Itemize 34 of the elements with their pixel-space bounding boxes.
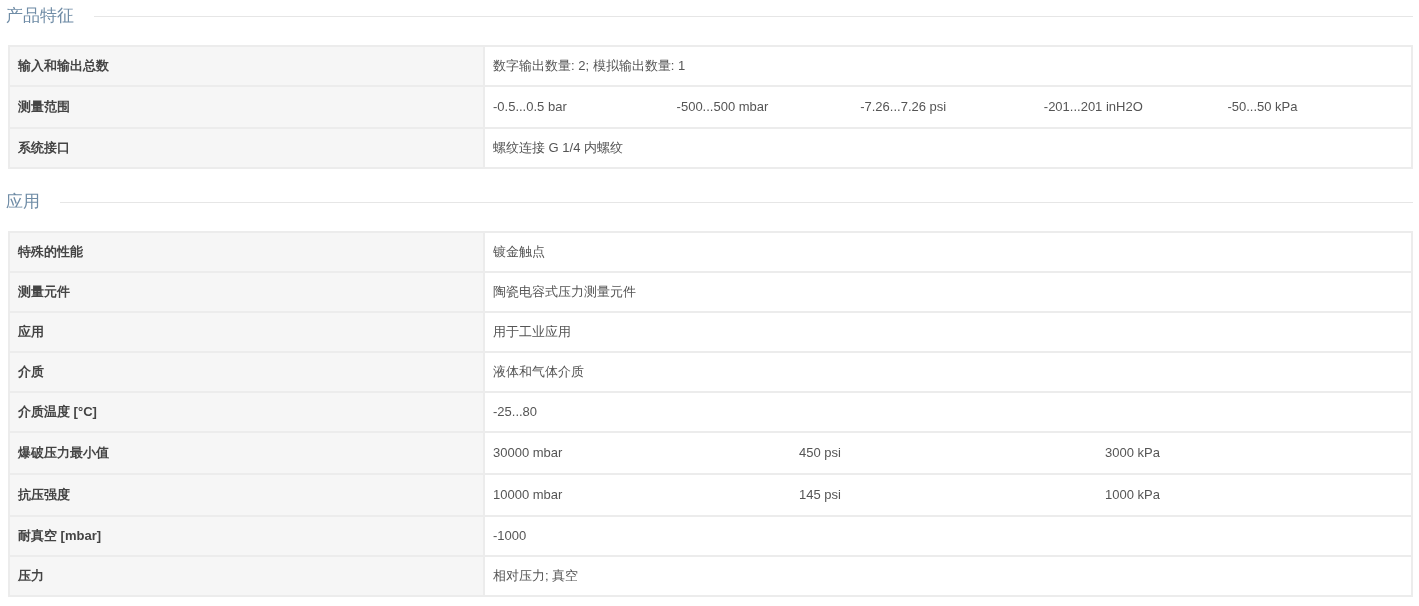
spec-value: 145 psi <box>799 486 842 505</box>
spec-label-cell: 应用 <box>8 313 485 351</box>
spec-value: -7.26...7.26 psi <box>860 98 948 117</box>
spec-label-cell: 压力 <box>8 557 485 595</box>
spec-value: 450 psi <box>799 444 842 463</box>
spec-label-cell: 介质温度 [°C] <box>8 393 485 431</box>
spec-value: 1000 kPa <box>1105 486 1161 505</box>
spec-value: -50...50 kPa <box>1227 98 1299 117</box>
section-heading: 产品特征 <box>6 5 75 28</box>
spec-label-cell: 特殊的性能 <box>8 233 485 271</box>
spec-value: 螺纹连接 G 1/4 内螺纹 <box>493 139 624 158</box>
spec-label-cell: 测量元件 <box>8 273 485 311</box>
spec-value: 液体和气体介质 <box>493 363 584 382</box>
spec-label-cell: 介质 <box>8 353 485 391</box>
spec-label-cell: 耐真空 [mbar] <box>8 517 485 555</box>
spec-value: -201...201 inH2O <box>1043 98 1144 117</box>
spec-value: 陶瓷电容式压力测量元件 <box>493 283 636 302</box>
spec-value: -1000 <box>493 527 527 546</box>
spec-value: -500...500 mbar <box>676 98 770 117</box>
spec-label-cell: 系统接口 <box>8 129 485 167</box>
spec-value: 数字输出数量: 2; 模拟输出数量: 1 <box>493 57 686 76</box>
spec-label-cell: 抗压强度 <box>8 475 485 515</box>
spec-value: -25...80 <box>493 403 538 422</box>
section-heading: 应用 <box>6 191 41 214</box>
spec-value: 10000 mbar <box>493 486 564 505</box>
spec-value: -0.5...0.5 bar <box>493 98 568 117</box>
spec-label-cell: 爆破压力最小值 <box>8 433 485 473</box>
spec-value: 相对压力; 真空 <box>493 567 579 586</box>
spec-value: 30000 mbar <box>493 444 564 463</box>
spec-label-cell: 测量范围 <box>8 87 485 127</box>
spec-value: 3000 kPa <box>1105 444 1161 463</box>
spec-value: 镀金触点 <box>493 243 545 262</box>
spec-value: 用于工业应用 <box>493 323 571 342</box>
spec-label-cell: 输入和输出总数 <box>8 47 485 85</box>
